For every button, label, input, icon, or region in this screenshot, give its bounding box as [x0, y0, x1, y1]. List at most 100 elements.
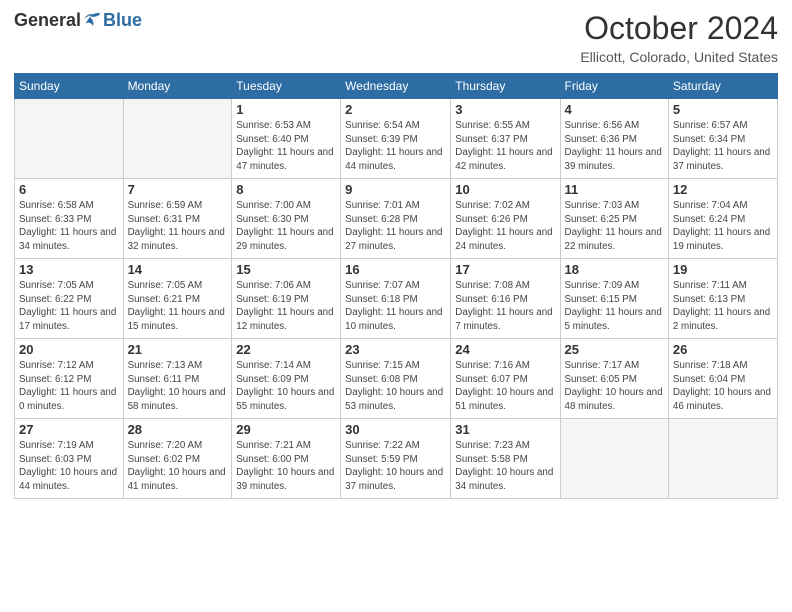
day-info: Sunrise: 7:14 AM Sunset: 6:09 PM Dayligh…	[236, 359, 336, 414]
day-info: Sunrise: 6:56 AM Sunset: 6:36 PM Dayligh…	[565, 119, 664, 174]
day-info: Sunrise: 7:18 AM Sunset: 6:04 PM Dayligh…	[673, 359, 773, 414]
calendar-cell: 21Sunrise: 7:13 AM Sunset: 6:11 PM Dayli…	[123, 339, 232, 419]
day-info: Sunrise: 7:20 AM Sunset: 6:02 PM Dayligh…	[128, 439, 228, 494]
calendar-cell: 5Sunrise: 6:57 AM Sunset: 6:34 PM Daylig…	[668, 99, 777, 179]
day-number: 28	[128, 422, 228, 437]
calendar-cell: 6 Sunrise: 6:58 AM Sunset: 6:33 PM Daylig…	[15, 179, 124, 259]
calendar-cell: 22 Sunrise: 7:14 AM Sunset: 6:09 PM Dayli…	[232, 339, 341, 419]
day-info: Sunrise: 7:08 AM Sunset: 6:16 PM Dayligh…	[455, 279, 555, 334]
day-number: 12	[673, 182, 773, 197]
calendar-cell: 24 Sunrise: 7:16 AM Sunset: 6:07 PM Dayli…	[451, 339, 560, 419]
day-number: 29	[236, 422, 336, 437]
calendar-cell	[668, 419, 777, 499]
day-number: 10	[455, 182, 555, 197]
day-info: Sunrise: 7:05 AM Sunset: 6:21 PM Dayligh…	[128, 279, 228, 334]
calendar-cell: 16Sunrise: 7:07 AM Sunset: 6:18 PM Dayli…	[341, 259, 451, 339]
calendar-cell	[15, 99, 124, 179]
calendar-cell: 15 Sunrise: 7:06 AM Sunset: 6:19 PM Dayli…	[232, 259, 341, 339]
calendar-cell: 1 Sunrise: 6:53 AM Sunset: 6:40 PM Daylig…	[232, 99, 341, 179]
calendar-week-1: 6 Sunrise: 6:58 AM Sunset: 6:33 PM Daylig…	[15, 179, 778, 259]
month-title: October 2024	[580, 10, 778, 47]
header: General Blue October 2024 Ellicott, Colo…	[14, 10, 778, 65]
day-info: Sunrise: 7:23 AM Sunset: 5:58 PM Dayligh…	[455, 439, 555, 494]
day-info: Sunrise: 6:54 AM Sunset: 6:39 PM Dayligh…	[345, 119, 446, 174]
calendar-cell: 25 Sunrise: 7:17 AM Sunset: 6:05 PM Dayli…	[560, 339, 668, 419]
calendar-week-4: 27Sunrise: 7:19 AM Sunset: 6:03 PM Dayli…	[15, 419, 778, 499]
day-number: 31	[455, 422, 555, 437]
day-number: 19	[673, 262, 773, 277]
day-number: 25	[565, 342, 664, 357]
day-info: Sunrise: 7:16 AM Sunset: 6:07 PM Dayligh…	[455, 359, 555, 414]
calendar-week-0: 1 Sunrise: 6:53 AM Sunset: 6:40 PM Daylig…	[15, 99, 778, 179]
logo: General Blue	[14, 10, 142, 31]
day-number: 8	[236, 182, 336, 197]
day-number: 16	[345, 262, 446, 277]
location: Ellicott, Colorado, United States	[580, 49, 778, 65]
day-info: Sunrise: 7:21 AM Sunset: 6:00 PM Dayligh…	[236, 439, 336, 494]
day-number: 20	[19, 342, 119, 357]
calendar-cell: 27Sunrise: 7:19 AM Sunset: 6:03 PM Dayli…	[15, 419, 124, 499]
day-info: Sunrise: 7:00 AM Sunset: 6:30 PM Dayligh…	[236, 199, 336, 254]
day-info: Sunrise: 7:06 AM Sunset: 6:19 PM Dayligh…	[236, 279, 336, 334]
calendar-cell: 9 Sunrise: 7:01 AM Sunset: 6:28 PM Daylig…	[341, 179, 451, 259]
day-info: Sunrise: 6:55 AM Sunset: 6:37 PM Dayligh…	[455, 119, 555, 174]
calendar-cell: 7 Sunrise: 6:59 AM Sunset: 6:31 PM Daylig…	[123, 179, 232, 259]
day-number: 30	[345, 422, 446, 437]
col-tuesday: Tuesday	[232, 74, 341, 99]
calendar: Sunday Monday Tuesday Wednesday Thursday…	[14, 73, 778, 499]
day-info: Sunrise: 7:15 AM Sunset: 6:08 PM Dayligh…	[345, 359, 446, 414]
day-info: Sunrise: 7:01 AM Sunset: 6:28 PM Dayligh…	[345, 199, 446, 254]
calendar-cell: 23 Sunrise: 7:15 AM Sunset: 6:08 PM Dayli…	[341, 339, 451, 419]
day-info: Sunrise: 7:02 AM Sunset: 6:26 PM Dayligh…	[455, 199, 555, 254]
day-number: 4	[565, 102, 664, 117]
calendar-cell: 8 Sunrise: 7:00 AM Sunset: 6:30 PM Daylig…	[232, 179, 341, 259]
day-info: Sunrise: 6:58 AM Sunset: 6:33 PM Dayligh…	[19, 199, 119, 254]
calendar-cell: 14 Sunrise: 7:05 AM Sunset: 6:21 PM Dayli…	[123, 259, 232, 339]
col-monday: Monday	[123, 74, 232, 99]
logo-general-text: General	[14, 10, 81, 31]
day-info: Sunrise: 6:59 AM Sunset: 6:31 PM Dayligh…	[128, 199, 228, 254]
title-section: October 2024 Ellicott, Colorado, United …	[580, 10, 778, 65]
day-number: 6	[19, 182, 119, 197]
calendar-cell: 12 Sunrise: 7:04 AM Sunset: 6:24 PM Dayli…	[668, 179, 777, 259]
calendar-cell: 26 Sunrise: 7:18 AM Sunset: 6:04 PM Dayli…	[668, 339, 777, 419]
day-number: 9	[345, 182, 446, 197]
day-number: 24	[455, 342, 555, 357]
day-info: Sunrise: 7:11 AM Sunset: 6:13 PM Dayligh…	[673, 279, 773, 334]
day-number: 1	[236, 102, 336, 117]
calendar-week-3: 20 Sunrise: 7:12 AM Sunset: 6:12 PM Dayli…	[15, 339, 778, 419]
day-number: 18	[565, 262, 664, 277]
day-number: 2	[345, 102, 446, 117]
calendar-week-2: 13Sunrise: 7:05 AM Sunset: 6:22 PM Dayli…	[15, 259, 778, 339]
day-info: Sunrise: 7:09 AM Sunset: 6:15 PM Dayligh…	[565, 279, 664, 334]
calendar-cell: 28 Sunrise: 7:20 AM Sunset: 6:02 PM Dayli…	[123, 419, 232, 499]
calendar-cell: 4 Sunrise: 6:56 AM Sunset: 6:36 PM Daylig…	[560, 99, 668, 179]
day-info: Sunrise: 7:13 AM Sunset: 6:11 PM Dayligh…	[128, 359, 228, 414]
day-info: Sunrise: 7:19 AM Sunset: 6:03 PM Dayligh…	[19, 439, 119, 494]
calendar-cell	[123, 99, 232, 179]
calendar-cell	[560, 419, 668, 499]
day-number: 7	[128, 182, 228, 197]
day-info: Sunrise: 7:04 AM Sunset: 6:24 PM Dayligh…	[673, 199, 773, 254]
day-number: 3	[455, 102, 555, 117]
day-info: Sunrise: 7:12 AM Sunset: 6:12 PM Dayligh…	[19, 359, 119, 414]
calendar-cell: 10 Sunrise: 7:02 AM Sunset: 6:26 PM Dayli…	[451, 179, 560, 259]
day-number: 23	[345, 342, 446, 357]
calendar-cell: 20 Sunrise: 7:12 AM Sunset: 6:12 PM Dayli…	[15, 339, 124, 419]
calendar-cell: 3 Sunrise: 6:55 AM Sunset: 6:37 PM Daylig…	[451, 99, 560, 179]
col-wednesday: Wednesday	[341, 74, 451, 99]
day-number: 15	[236, 262, 336, 277]
day-number: 22	[236, 342, 336, 357]
logo-bird-icon	[83, 11, 103, 31]
col-thursday: Thursday	[451, 74, 560, 99]
day-info: Sunrise: 7:22 AM Sunset: 5:59 PM Dayligh…	[345, 439, 446, 494]
day-number: 26	[673, 342, 773, 357]
calendar-cell: 17Sunrise: 7:08 AM Sunset: 6:16 PM Dayli…	[451, 259, 560, 339]
logo-blue-text: Blue	[103, 10, 142, 31]
page: General Blue October 2024 Ellicott, Colo…	[0, 0, 792, 612]
day-info: Sunrise: 6:53 AM Sunset: 6:40 PM Dayligh…	[236, 119, 336, 174]
col-sunday: Sunday	[15, 74, 124, 99]
day-number: 14	[128, 262, 228, 277]
calendar-cell: 2 Sunrise: 6:54 AM Sunset: 6:39 PM Daylig…	[341, 99, 451, 179]
day-info: Sunrise: 7:17 AM Sunset: 6:05 PM Dayligh…	[565, 359, 664, 414]
